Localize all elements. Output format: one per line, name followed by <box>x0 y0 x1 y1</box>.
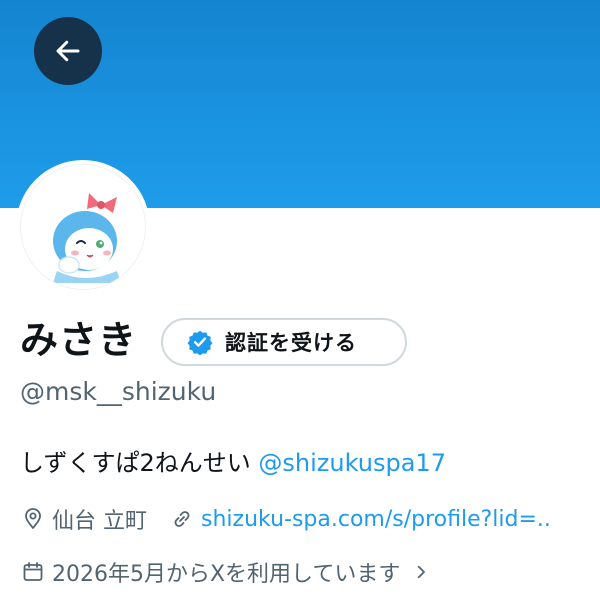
location-pin-icon <box>20 506 46 532</box>
get-verified-button[interactable]: 認証を受ける <box>161 318 407 366</box>
joined-row[interactable]: 2026年5月からXを利用しています <box>20 555 440 589</box>
profile-page: みさき 認証を受ける @msk__shizuku しずくすぱ2ねんせい @shi… <box>0 0 600 600</box>
joined-date: 2026年5月からXを利用しています <box>52 562 401 587</box>
link-icon <box>169 506 195 532</box>
arrow-left-icon <box>56 40 80 62</box>
bio-text: しずくすぱ2ねんせい <box>20 449 259 477</box>
profile-name: みさき <box>20 318 138 362</box>
profile-bio: しずくすぱ2ねんせい @shizukuspa17 <box>20 446 446 480</box>
calendar-icon <box>20 559 46 585</box>
profile-location: 仙台 立町 <box>52 509 147 534</box>
location-website-row: 仙台 立町 shizuku-spa.com/s/profile?lid=.. <box>20 502 551 536</box>
avatar-image <box>20 164 146 290</box>
get-verified-label: 認証を受ける <box>225 331 357 355</box>
bio-mention-link[interactable]: @shizukuspa17 <box>258 449 446 477</box>
back-button[interactable] <box>34 17 102 85</box>
chevron-right-icon <box>408 559 434 585</box>
avatar[interactable] <box>16 160 150 294</box>
verified-badge-icon <box>187 330 213 355</box>
profile-website-link[interactable]: shizuku-spa.com/s/profile?lid=.. <box>201 507 551 532</box>
profile-handle: @msk__shizuku <box>20 377 217 406</box>
